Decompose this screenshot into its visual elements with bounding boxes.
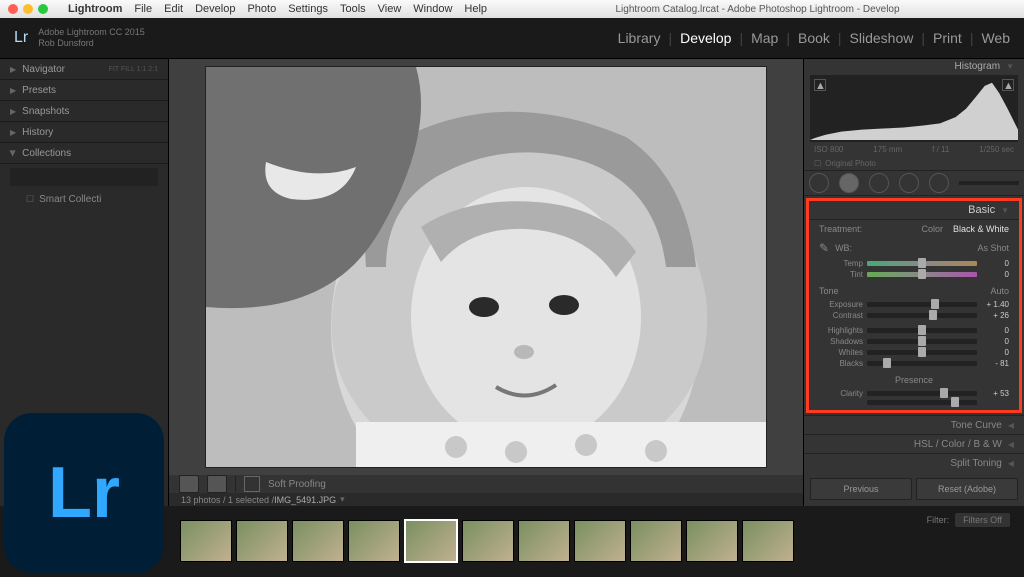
spot-tool-icon[interactable]	[839, 173, 859, 193]
develop-toolbar: Soft Proofing	[169, 475, 803, 493]
window-controls[interactable]	[8, 4, 48, 14]
menu-edit[interactable]: Edit	[164, 3, 183, 15]
module-library[interactable]: Library	[618, 30, 661, 46]
highlights-slider[interactable]: Highlights0	[809, 325, 1019, 336]
soft-proof-checkbox[interactable]	[244, 476, 260, 492]
basic-panel-highlighted: Basic▼ Treatment: ColorBlack & White ✎WB…	[806, 198, 1022, 413]
exif-info: ISO 800175 mmf / 111/250 sec	[804, 142, 1024, 157]
thumbnail-selected[interactable]	[404, 519, 458, 563]
photo-count: 13 photos / 1 selected /	[181, 495, 274, 505]
mac-menubar: Lightroom File Edit Develop Photo Settin…	[0, 0, 1024, 18]
shadow-clip-icon[interactable]: ▲	[814, 79, 826, 91]
original-photo-label: Original Photo	[825, 159, 876, 168]
previous-button[interactable]: Previous	[810, 478, 912, 500]
blacks-slider[interactable]: Blacks- 81	[809, 358, 1019, 369]
module-book[interactable]: Book	[798, 30, 830, 46]
module-slideshow[interactable]: Slideshow	[850, 30, 914, 46]
preview-image	[206, 67, 766, 467]
hsl-panel[interactable]: HSL / Color / B & W◀	[804, 434, 1024, 453]
brand-text: Adobe Lightroom CC 2015 Rob Dunsford	[38, 27, 145, 49]
auto-tone-button[interactable]: Auto	[990, 286, 1009, 296]
presence-label: Presence	[895, 375, 933, 385]
eyedropper-icon[interactable]: ✎	[819, 241, 829, 255]
bw-portrait	[206, 67, 766, 467]
module-picker: Library| Develop| Map| Book| Slideshow| …	[618, 30, 1010, 46]
tone-label: Tone	[819, 286, 839, 296]
window-title: Lightroom Catalog.lrcat - Adobe Photosho…	[499, 4, 1016, 15]
thumbnail[interactable]	[462, 520, 514, 562]
menu-view[interactable]: View	[378, 3, 402, 15]
module-develop[interactable]: Develop	[680, 30, 731, 46]
smart-collection-item[interactable]: Smart Collecti	[0, 190, 168, 209]
shadows-slider[interactable]: Shadows0	[809, 336, 1019, 347]
thumbnail[interactable]	[686, 520, 738, 562]
brush-tool-icon[interactable]	[929, 173, 949, 193]
panel-presets[interactable]: ▶Presets	[0, 80, 168, 101]
image-canvas[interactable]	[169, 59, 803, 475]
split-toning-panel[interactable]: Split Toning◀	[804, 453, 1024, 472]
loupe-view-icon[interactable]	[179, 475, 199, 493]
vibrance-slider[interactable]	[809, 399, 1019, 406]
panel-collections[interactable]: ▶Collections	[0, 143, 168, 164]
center-area: Soft Proofing 13 photos / 1 selected / I…	[169, 59, 803, 506]
redeye-tool-icon[interactable]	[869, 173, 889, 193]
panel-navigator[interactable]: ▶NavigatorFIT FILL 1:1 2:1	[0, 59, 168, 80]
collection-filter-input[interactable]	[10, 168, 158, 186]
soft-proof-label: Soft Proofing	[268, 479, 326, 490]
clarity-slider[interactable]: Clarity+ 53	[809, 388, 1019, 399]
histogram[interactable]: ▲ ▲	[810, 75, 1018, 143]
tint-slider[interactable]: Tint0	[809, 269, 1019, 280]
highlight-clip-icon[interactable]: ▲	[1002, 79, 1014, 91]
panel-snapshots[interactable]: ▶Snapshots	[0, 101, 168, 122]
wb-row: ✎WB: As Shot	[809, 238, 1019, 258]
tone-curve-panel[interactable]: Tone Curve◀	[804, 415, 1024, 434]
menu-file[interactable]: File	[134, 3, 152, 15]
menu-window[interactable]: Window	[413, 3, 452, 15]
tool-strip	[804, 170, 1024, 196]
histogram-header[interactable]: Histogram▼	[804, 59, 1024, 75]
before-after-icon[interactable]	[207, 475, 227, 493]
filmstrip-filter[interactable]: Filter: Filters Off	[927, 513, 1010, 527]
thumbnail[interactable]	[348, 520, 400, 562]
module-web[interactable]: Web	[981, 30, 1010, 46]
thumbnail[interactable]	[180, 520, 232, 562]
grad-tool-icon[interactable]	[899, 173, 919, 193]
treatment-row: Treatment: ColorBlack & White	[809, 220, 1019, 238]
thumbnail[interactable]	[630, 520, 682, 562]
menu-develop[interactable]: Develop	[195, 3, 235, 15]
menu-photo[interactable]: Photo	[247, 3, 276, 15]
wb-preset[interactable]: As Shot	[977, 243, 1009, 253]
reset-button[interactable]: Reset (Adobe)	[916, 478, 1018, 500]
lr-logo: Lr	[14, 29, 28, 47]
tool-slider[interactable]	[959, 181, 1019, 185]
right-panel: Histogram▼ ▲ ▲ ISO 800175 mmf / 111/250 …	[803, 59, 1024, 506]
module-map[interactable]: Map	[751, 30, 778, 46]
treatment-bw[interactable]: Black & White	[953, 224, 1009, 234]
thumbnail[interactable]	[236, 520, 288, 562]
module-print[interactable]: Print	[933, 30, 962, 46]
filename: IMG_5491.JPG	[274, 495, 336, 505]
thumbnail[interactable]	[292, 520, 344, 562]
treatment-color[interactable]: Color	[921, 224, 943, 234]
menu-settings[interactable]: Settings	[288, 3, 328, 15]
crop-tool-icon[interactable]	[809, 173, 829, 193]
thumbnail[interactable]	[574, 520, 626, 562]
panel-history[interactable]: ▶History	[0, 122, 168, 143]
app-name[interactable]: Lightroom	[68, 3, 122, 15]
app-header: Lr Adobe Lightroom CC 2015 Rob Dunsford …	[0, 18, 1024, 59]
exposure-slider[interactable]: Exposure+ 1.40	[809, 299, 1019, 310]
status-bar: 13 photos / 1 selected / IMG_5491.JPG ▾	[169, 493, 803, 506]
basic-header[interactable]: Basic▼	[809, 201, 1019, 220]
menu-help[interactable]: Help	[464, 3, 487, 15]
whites-slider[interactable]: Whites0	[809, 347, 1019, 358]
thumbnail[interactable]	[518, 520, 570, 562]
contrast-slider[interactable]: Contrast+ 26	[809, 310, 1019, 321]
menu-tools[interactable]: Tools	[340, 3, 366, 15]
lightroom-app-icon: Lr	[4, 413, 164, 573]
temp-slider[interactable]: Temp0	[809, 258, 1019, 269]
thumbnail[interactable]	[742, 520, 794, 562]
